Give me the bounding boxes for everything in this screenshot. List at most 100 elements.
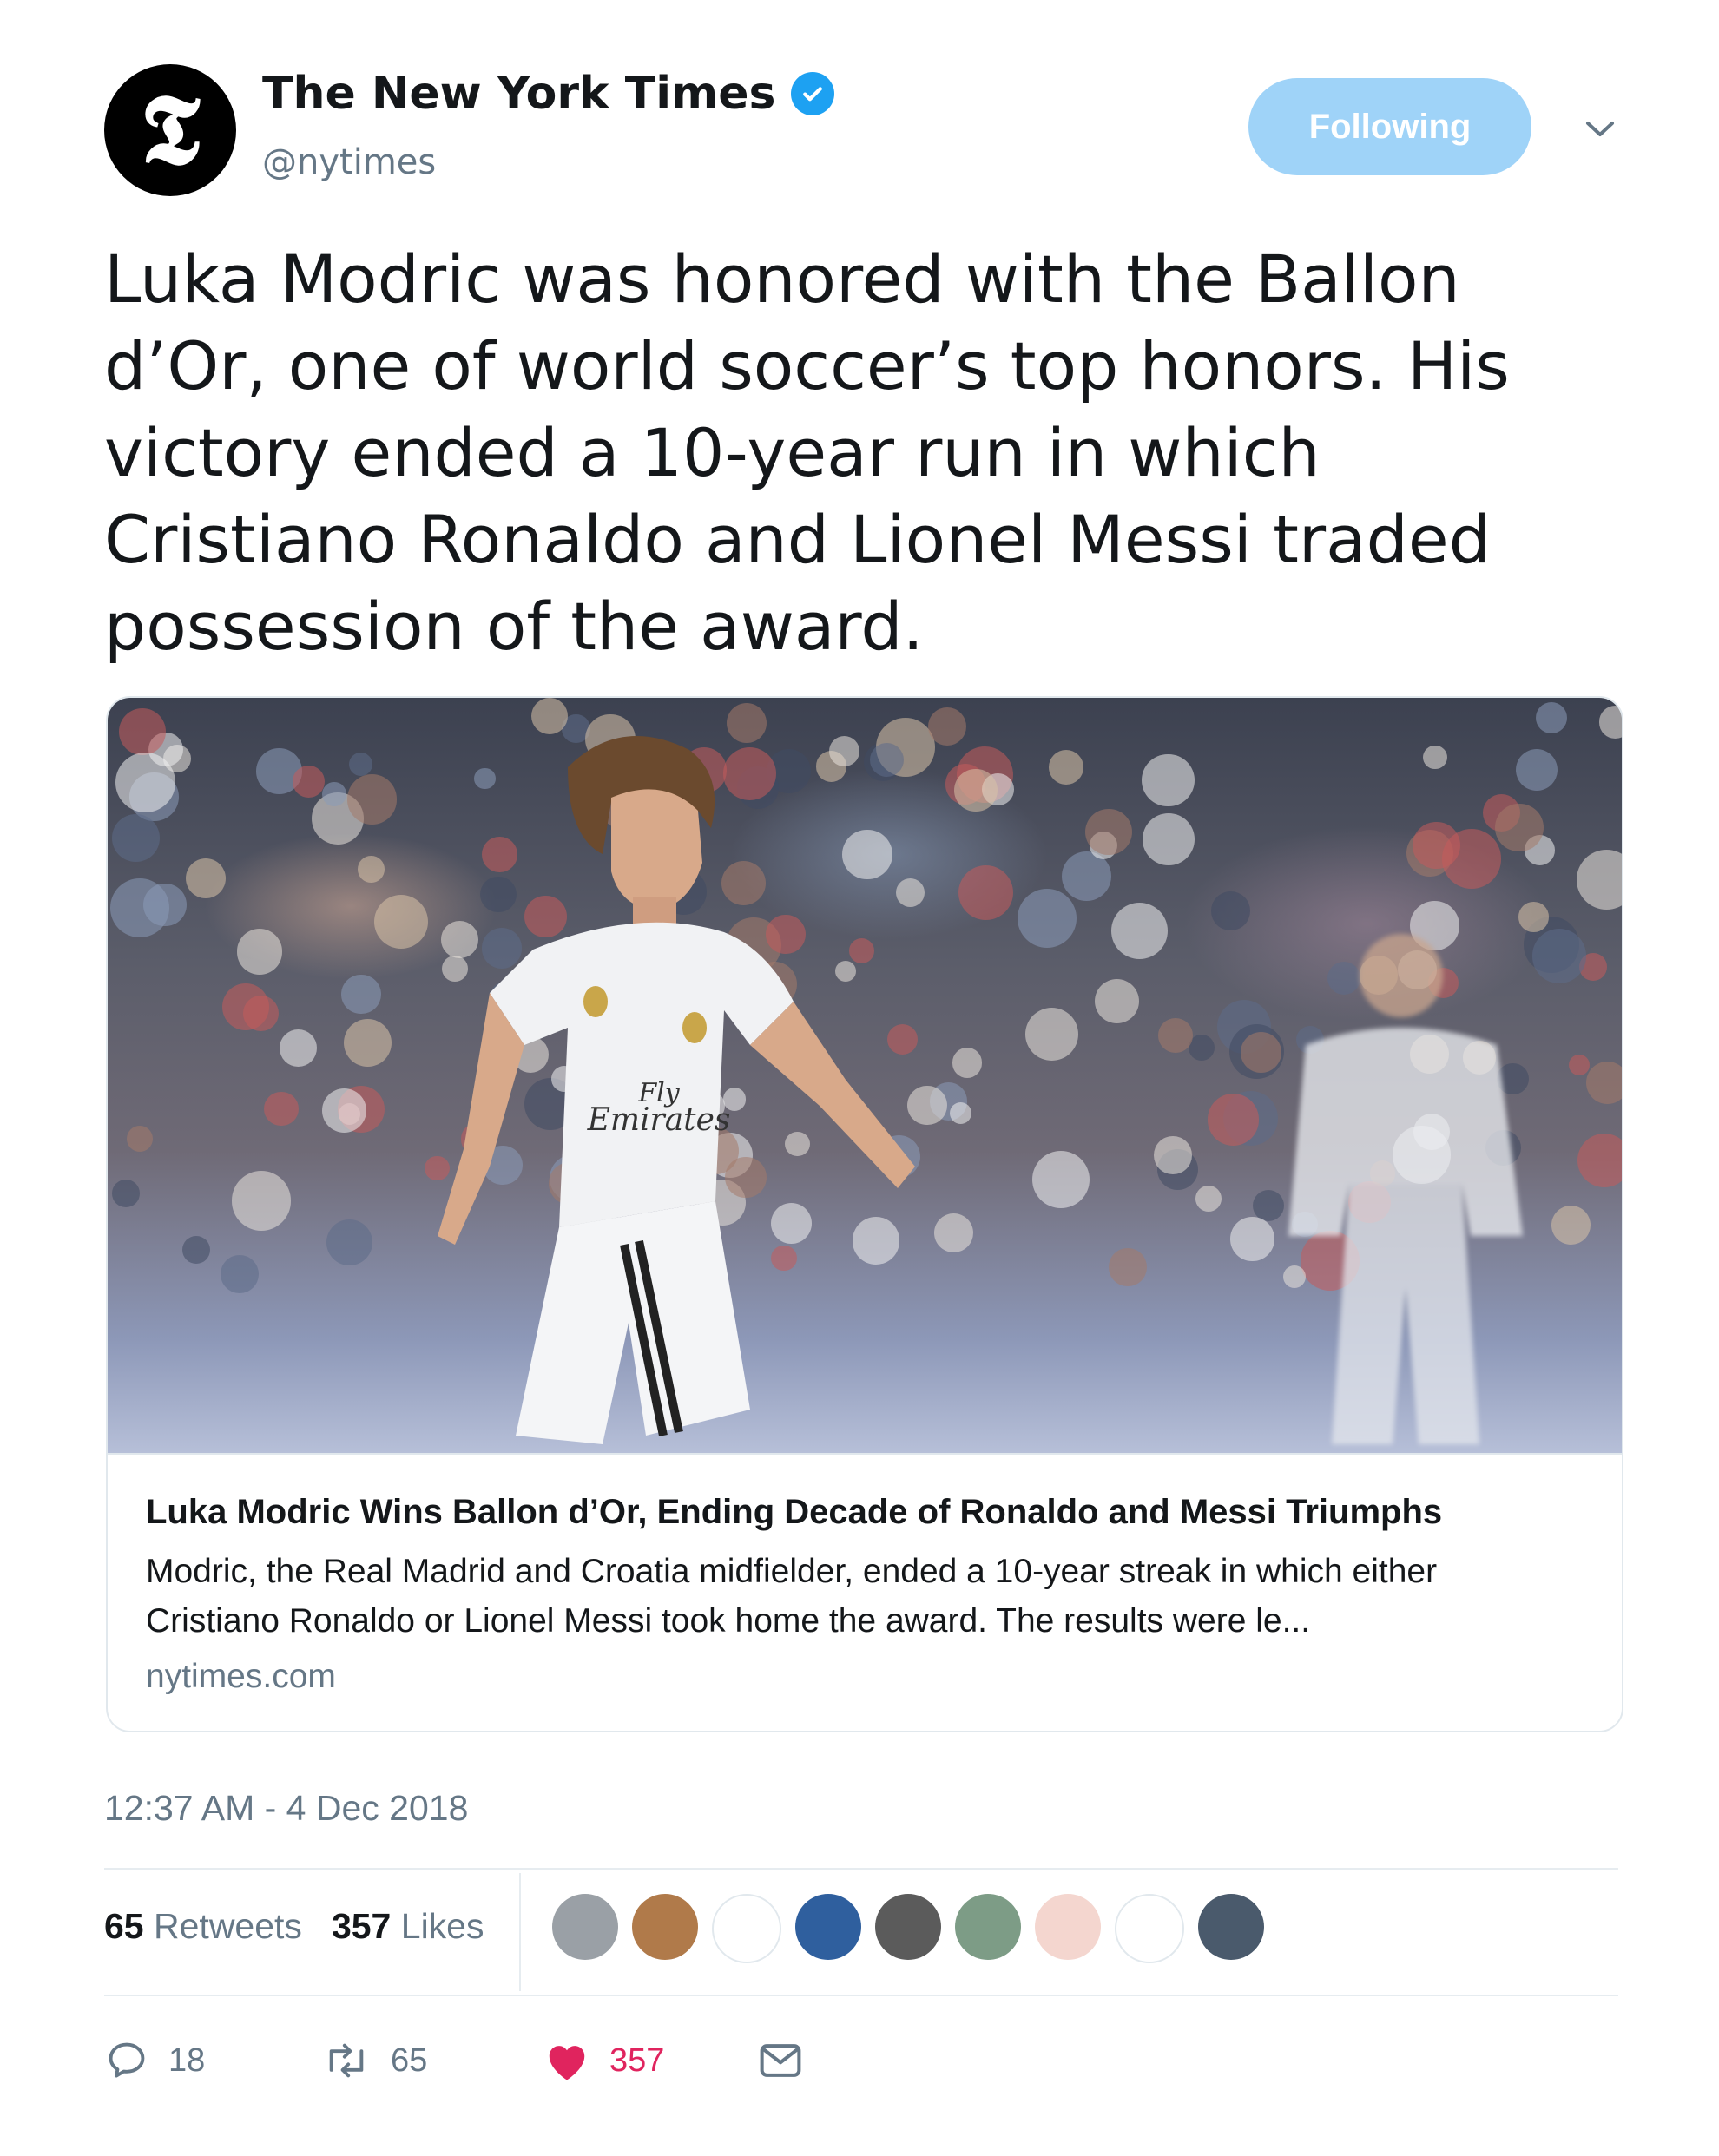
crowd-blur-dot: [1024, 1007, 1078, 1062]
crowd-blur-dot: [182, 1235, 211, 1264]
tweet-text: Luka Modric was honored with the Ballon …: [104, 240, 1510, 665]
divider-bottom: [104, 1995, 1618, 1996]
crowd-blur-dot: [373, 895, 428, 950]
crowd-blur-dot: [326, 1219, 372, 1265]
crowd-blur-dot: [1413, 822, 1460, 870]
avatar-7[interactable]: [1035, 1894, 1101, 1960]
crowd-blur-dot: [954, 768, 998, 812]
reply-count: 18: [168, 2041, 206, 2079]
crowd-blur-dot: [1142, 753, 1195, 807]
crowd-blur-dot: [111, 814, 160, 863]
chevron-down-icon[interactable]: [1578, 108, 1622, 151]
like-action[interactable]: 357: [543, 2026, 664, 2095]
crowd-blur-dot: [322, 782, 347, 806]
crowd-blur-dot: [348, 752, 372, 776]
card-body[interactable]: Luka Modric Wins Ballon d’Or, Ending Dec…: [108, 1453, 1622, 1731]
crowd-blur-dot: [958, 864, 1014, 921]
avatar-2[interactable]: [632, 1894, 698, 1960]
crowd-blur-dot: [1536, 701, 1568, 733]
card-domain: nytimes.com: [146, 1658, 336, 1695]
retweets-stat[interactable]: 65 Retweets: [104, 1906, 302, 1947]
crowd-blur-dot: [279, 1029, 318, 1068]
avatar-5[interactable]: [875, 1894, 941, 1960]
avatar-9[interactable]: [1198, 1894, 1264, 1960]
crowd-blur-dot: [1598, 706, 1622, 739]
crowd-blur-dot: [952, 1048, 983, 1078]
retweets-count: 65: [104, 1906, 144, 1946]
crowd-blur-dot: [1516, 748, 1558, 792]
divider-top: [104, 1868, 1618, 1870]
crowd-blur-dot: [1551, 1205, 1591, 1245]
card-title[interactable]: Luka Modric Wins Ballon d’Or, Ending Dec…: [146, 1493, 1596, 1532]
retweets-label: Retweets: [154, 1906, 302, 1946]
display-name-row[interactable]: The New York Times: [262, 68, 835, 120]
like-count: 357: [609, 2041, 665, 2079]
crowd-blur-dot: [321, 1088, 366, 1134]
direct-message-action[interactable]: [757, 2026, 804, 2095]
likes-label: Likes: [400, 1906, 484, 1946]
crowd-blur-dot: [343, 1018, 392, 1067]
reply-icon: [109, 2042, 145, 2078]
avatar-3[interactable]: [712, 1894, 781, 1963]
crowd-blur-dot: [1210, 891, 1250, 930]
display-name[interactable]: The New York Times: [262, 68, 775, 120]
verified-badge-icon: [791, 72, 835, 115]
card-description: Modric, the Real Madrid and Croatia midf…: [146, 1553, 1438, 1640]
crowd-blur-dot: [949, 1101, 971, 1125]
crowd-blur-dot: [115, 753, 175, 813]
crowd-blur-dot: [1207, 1094, 1260, 1146]
crowd-blur-dot: [1230, 1217, 1274, 1261]
crowd-blur-dot: [1017, 889, 1077, 949]
crowd-blur-dot: [1049, 750, 1084, 785]
crowd-blur-dot: [1568, 1054, 1591, 1076]
card-image[interactable]: Fly Emirates: [108, 698, 1622, 1453]
crowd-blur-dot: [1585, 1062, 1622, 1105]
crowd-blur-dot: [242, 995, 280, 1032]
likes-count: 357: [331, 1906, 392, 1946]
retweet-action[interactable]: 65: [321, 2026, 427, 2095]
crowd-blur-dot: [1195, 1185, 1222, 1212]
reply-action[interactable]: 18: [104, 2026, 205, 2095]
likes-stat[interactable]: 357 Likes: [332, 1906, 484, 1947]
crowd-blur-dot: [1189, 1035, 1215, 1062]
background-player-figure: [1288, 934, 1523, 1444]
crowd-blur-dot: [1154, 1136, 1193, 1175]
crowd-blur-dot: [220, 1255, 260, 1294]
jersey-sponsor-line-2: Emirates: [587, 1102, 731, 1138]
crowd-blur-dot: [1110, 902, 1168, 959]
crowd-blur-dot: [346, 774, 398, 825]
crowd-blur-dot: [1576, 849, 1622, 910]
crowd-blur-dot: [1531, 929, 1587, 984]
crowd-blur-dot: [1143, 812, 1195, 865]
crowd-blur-dot: [264, 1091, 299, 1127]
avatar-8[interactable]: [1115, 1894, 1184, 1963]
avatar-6[interactable]: [955, 1894, 1021, 1960]
crowd-blur-dot: [1495, 803, 1544, 851]
crowd-blur-dot: [231, 1171, 292, 1231]
envelope-icon: [760, 2044, 801, 2077]
tweet-timestamp[interactable]: 12:37 AM - 4 Dec 2018: [104, 1788, 468, 1829]
avatar-1[interactable]: [552, 1894, 618, 1960]
nyt-logo-glyph: 𝕿: [140, 73, 201, 187]
crowd-blur-dot: [1109, 1248, 1148, 1287]
stats-separator: [519, 1873, 521, 1991]
crowd-blur-dot: [126, 1125, 154, 1152]
crowd-blur-dot: [112, 1180, 140, 1208]
retweet-count: 65: [391, 2041, 428, 2079]
crowd-blur-dot: [1085, 809, 1132, 856]
tweet: 𝕿 The New York Times @nytimes Following …: [0, 0, 1719, 2156]
crowd-blur-dot: [1032, 1150, 1090, 1208]
retweet-icon: [329, 2043, 364, 2078]
crowd-blur-dot: [1158, 1017, 1194, 1053]
crowd-blur-dot: [236, 929, 283, 975]
crowd-blur-dot: [1577, 1133, 1622, 1187]
crowd-blur-dot: [1423, 745, 1447, 770]
avatar-4[interactable]: [795, 1894, 861, 1960]
link-card[interactable]: Fly Emirates Luka Modric Wins Ballon d’O…: [106, 696, 1624, 1732]
following-button[interactable]: Following: [1248, 78, 1531, 175]
crowd-blur-dot: [1094, 979, 1139, 1024]
nyt-logo-avatar[interactable]: 𝕿: [104, 64, 236, 196]
engagement-stats: 65 Retweets 357 Likes: [104, 1906, 484, 1947]
crowd-blur-dot: [292, 765, 326, 799]
user-handle[interactable]: @nytimes: [262, 142, 436, 182]
